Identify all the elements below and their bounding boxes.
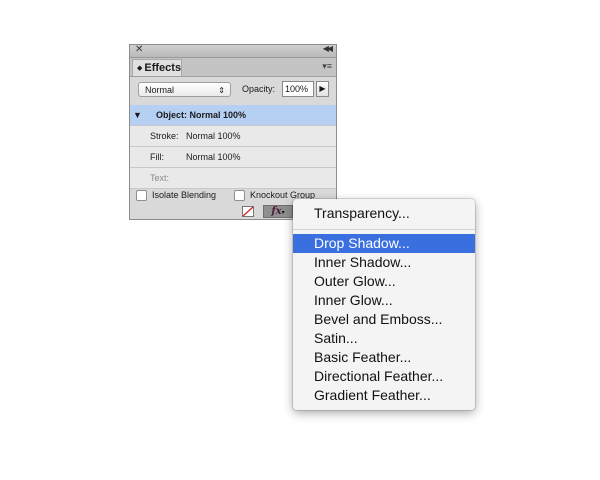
effects-panel: ✕ ◀◀ ◆ Effects ▾≡ Normal ⇕ Opacity: 100% … (129, 44, 337, 220)
effects-dropdown-menu: Transparency... Drop Shadow... Inner Sha… (293, 199, 475, 410)
menu-item-outer-glow[interactable]: Outer Glow... (293, 272, 475, 291)
menu-item-gradient-feather[interactable]: Gradient Feather... (293, 386, 475, 405)
menu-item-inner-shadow[interactable]: Inner Shadow... (293, 253, 475, 272)
knockout-group-checkbox[interactable] (234, 190, 245, 201)
row-text[interactable]: Text: (130, 168, 336, 189)
menu-separator (293, 229, 475, 230)
row-stroke[interactable]: Stroke: Normal 100% (130, 126, 336, 147)
tab-label: Effects (144, 62, 182, 74)
row-fill-label: Fill: (150, 152, 164, 162)
clear-effects-icon[interactable] (242, 206, 254, 217)
disclosure-triangle-icon[interactable]: ▼ (133, 105, 142, 125)
menu-item-bevel-emboss[interactable]: Bevel and Emboss... (293, 310, 475, 329)
select-arrows-icon: ⇕ (218, 86, 225, 95)
collapse-icon[interactable]: ◀◀ (323, 44, 333, 53)
opacity-slider-button[interactable]: ▶ (316, 81, 329, 97)
row-fill[interactable]: Fill: Normal 100% (130, 147, 336, 168)
fx-button[interactable]: fx▾ (263, 205, 293, 218)
menu-item-transparency[interactable]: Transparency... (293, 204, 475, 223)
close-icon[interactable]: ✕ (135, 44, 143, 55)
panel-menu-icon[interactable]: ▾≡ (322, 61, 332, 72)
row-object-value: Normal 100% (189, 110, 247, 120)
panel-titlebar: ✕ ◀◀ (130, 44, 336, 58)
blend-mode-value: Normal (145, 85, 175, 95)
opacity-input[interactable]: 100% (282, 81, 314, 97)
blend-mode-select[interactable]: Normal ⇕ (138, 82, 231, 97)
menu-item-directional-feather[interactable]: Directional Feather... (293, 367, 475, 386)
opacity-label: Opacity: (242, 84, 276, 94)
panel-tabbar: ◆ Effects ▾≡ (130, 58, 336, 77)
blend-controls: Normal ⇕ Opacity: 100% ▶ (130, 77, 336, 104)
row-object-label: Object: (156, 110, 188, 120)
row-object[interactable]: ▼ Object: Normal 100% (130, 105, 336, 126)
fx-dropdown-icon: ▾ (281, 209, 285, 216)
menu-item-satin[interactable]: Satin... (293, 329, 475, 348)
isolate-blending-checkbox[interactable] (136, 190, 147, 201)
row-stroke-label: Stroke: (150, 131, 179, 141)
tab-effects[interactable]: ◆ Effects (132, 59, 182, 76)
menu-item-inner-glow[interactable]: Inner Glow... (293, 291, 475, 310)
row-fill-value: Normal 100% (186, 152, 241, 162)
menu-item-basic-feather[interactable]: Basic Feather... (293, 348, 475, 367)
menu-item-drop-shadow[interactable]: Drop Shadow... (293, 234, 475, 253)
row-object-text: Object: Normal 100% (156, 105, 246, 125)
row-text-label: Text: (150, 173, 170, 183)
row-stroke-value: Normal 100% (186, 131, 241, 141)
effects-target-list: ▼ Object: Normal 100% Stroke: Normal 100… (130, 105, 336, 189)
fx-label: fx (271, 206, 282, 217)
updown-icon: ◆ (137, 65, 143, 72)
isolate-blending-label: Isolate Blending (152, 190, 217, 200)
